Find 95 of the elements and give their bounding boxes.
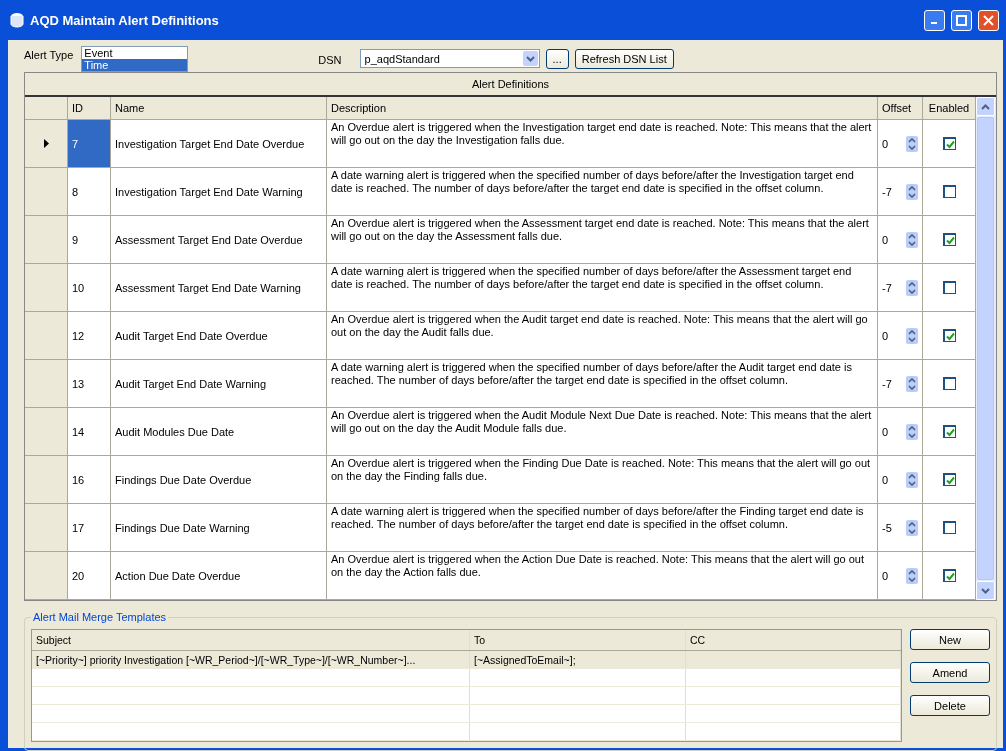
close-button[interactable]: [978, 9, 999, 31]
name-cell: Findings Due Date Overdue: [115, 473, 252, 486]
description-cell-text: An Overdue alert is triggered when the Audit target end date is reached. Note: This means that the alert will go out on the day the Audit falls due.: [331, 313, 869, 339]
offset-value: 0: [882, 329, 889, 342]
column-header[interactable]: Name: [115, 102, 145, 114]
name-cell: Audit Modules Due Date: [115, 425, 235, 438]
template-button[interactable]: Delete: [910, 695, 990, 716]
grid-title: Alert Definitions: [471, 78, 549, 90]
column-header[interactable]: CC: [690, 634, 706, 646]
maximize-icon[interactable]: [956, 14, 967, 26]
scroll-up-button[interactable]: [976, 97, 995, 116]
description-cell-text: An Overdue alert is triggered when the Action Due Date is reached. Note: This means that the alert will go out on the day the Action falls due.: [331, 553, 865, 579]
offset-value: 0: [882, 425, 889, 438]
description-cell: An Overdue alert is triggered when the Audit Module Next Due Date is reached. Note: This means that the alert will go out on the day the Audit Module falls due.: [331, 409, 873, 435]
list-item[interactable]: Event: [82, 47, 188, 59]
id-cell: 7: [68, 120, 111, 167]
column-header[interactable]: Subject: [36, 634, 72, 646]
column-header[interactable]: To: [474, 634, 486, 646]
spinner-icon[interactable]: [906, 519, 918, 536]
id-cell: 8: [68, 168, 111, 215]
to-cell: [~AssignedToEmail~];: [474, 653, 576, 666]
chevron-up-icon[interactable]: [981, 103, 990, 110]
enabled-checkbox[interactable]: [942, 473, 956, 486]
offset-value: 0: [882, 473, 889, 486]
id-cell: 17: [68, 504, 111, 551]
spinner-icon[interactable]: [906, 327, 918, 344]
dsn-label: DSN: [318, 53, 342, 66]
name-cell: Findings Due Date Warning: [115, 521, 250, 534]
id-cell: 9: [68, 216, 111, 263]
spinner-icon[interactable]: [906, 279, 918, 296]
name-cell: Assessment Target End Date Overdue: [115, 233, 303, 246]
spinner-icon[interactable]: [906, 471, 918, 488]
name-cell: Investigation Target End Date Warning: [115, 185, 303, 198]
offset-value: 0: [882, 233, 889, 246]
offset-value: 0: [882, 569, 889, 582]
app-icon: [10, 12, 24, 28]
description-cell-text: A date warning alert is triggered when the specified number of days before/after the Finding target end date is reached. The number of days before/after the target end date is specified in the offset column.: [331, 505, 865, 531]
offset-value: -7: [882, 185, 892, 198]
spinner-icon[interactable]: [906, 375, 918, 392]
enabled-checkbox[interactable]: [942, 521, 956, 534]
column-header[interactable]: ID: [72, 102, 83, 114]
description-cell-text: A date warning alert is triggered when the specified number of days before/after the Assessment target end date is reached. The number of days before/after the target end date is specified in the offset column.: [331, 265, 853, 291]
chevron-down-icon[interactable]: [981, 587, 990, 594]
description-cell-text: A date warning alert is triggered when the specified number of days before/after the Audit target end date is reached. The number of days before/after the target end date is specified in the offset column.: [331, 361, 853, 387]
subject-cell: [~Priority~] priority Investigation [~WR_Period~]/[~WR_Type~]/[~WR_Number~]...: [36, 653, 416, 666]
offset-value: -7: [882, 377, 892, 390]
spinner-icon[interactable]: [906, 135, 918, 152]
name-cell: Investigation Target End Date Overdue: [115, 137, 305, 150]
enabled-checkbox[interactable]: [942, 569, 956, 582]
maximize-button[interactable]: [951, 9, 972, 31]
description-cell-text: An Overdue alert is triggered when the Assessment target end date is reached. Note: This means that the alert will go out on the day the Assessment falls due.: [331, 217, 870, 243]
offset-value: -5: [882, 521, 892, 534]
spinner-icon[interactable]: [906, 231, 918, 248]
name-cell: Assessment Target End Date Warning: [115, 281, 301, 294]
scrollbar-thumb[interactable]: [977, 117, 994, 580]
column-header[interactable]: Offset: [882, 102, 912, 114]
id-cell: 14: [68, 408, 111, 455]
enabled-checkbox[interactable]: [942, 425, 956, 438]
name-cell: Audit Target End Date Warning: [115, 377, 267, 390]
name-cell: Action Due Date Overdue: [115, 569, 241, 582]
enabled-checkbox[interactable]: [942, 377, 956, 390]
id-cell: 20: [68, 552, 111, 599]
enabled-checkbox[interactable]: [942, 281, 956, 294]
offset-value: -7: [882, 281, 892, 294]
id-cell: 16: [68, 456, 111, 503]
offset-value: 0: [882, 137, 889, 150]
browse-button[interactable]: ...: [545, 49, 569, 69]
enabled-checkbox[interactable]: [942, 329, 956, 342]
description-cell: An Overdue alert is triggered when the Investigation target end date is reached. Note: This means that the alert will go out on the day the Investigation falls due.: [331, 121, 873, 147]
window-title: AQD Maintain Alert Definitions: [30, 12, 220, 28]
list-item[interactable]: Time: [82, 59, 188, 71]
refresh-dsn-button[interactable]: Refresh DSN List: [574, 49, 674, 69]
scroll-down-button[interactable]: [976, 581, 995, 600]
minimize-button[interactable]: [924, 9, 945, 31]
alert-type-list[interactable]: Event Time: [81, 46, 189, 72]
group-title: Alert Mail Merge Templates: [32, 611, 168, 623]
id-cell: 10: [68, 264, 111, 311]
enabled-checkbox[interactable]: [942, 137, 956, 150]
spinner-icon[interactable]: [906, 567, 918, 584]
dsn-dropdown[interactable]: p_aqdStandard: [359, 49, 540, 68]
template-button[interactable]: Amend: [910, 662, 990, 683]
close-icon[interactable]: [983, 14, 994, 26]
id-cell: 12: [68, 312, 111, 359]
column-header[interactable]: Description: [331, 101, 387, 115]
alert-type-label: Alert Type: [24, 48, 74, 61]
description-cell-text: A date warning alert is triggered when the specified number of days before/after the Investigation target end date is reached. The number of days before/after the target end date is specified in the offset column.: [331, 169, 855, 195]
id-cell: 13: [68, 360, 111, 407]
spinner-icon[interactable]: [906, 423, 918, 440]
template-button[interactable]: New: [910, 629, 990, 650]
description-cell-text: An Overdue alert is triggered when the Finding Due Date is reached. Note: This means that the alert will go out on the day the Finding falls due.: [331, 457, 872, 483]
enabled-checkbox[interactable]: [942, 233, 956, 246]
name-cell: Audit Target End Date Overdue: [115, 329, 268, 342]
column-header[interactable]: Enabled: [928, 102, 970, 114]
spinner-icon[interactable]: [906, 183, 918, 200]
enabled-checkbox[interactable]: [942, 185, 956, 198]
